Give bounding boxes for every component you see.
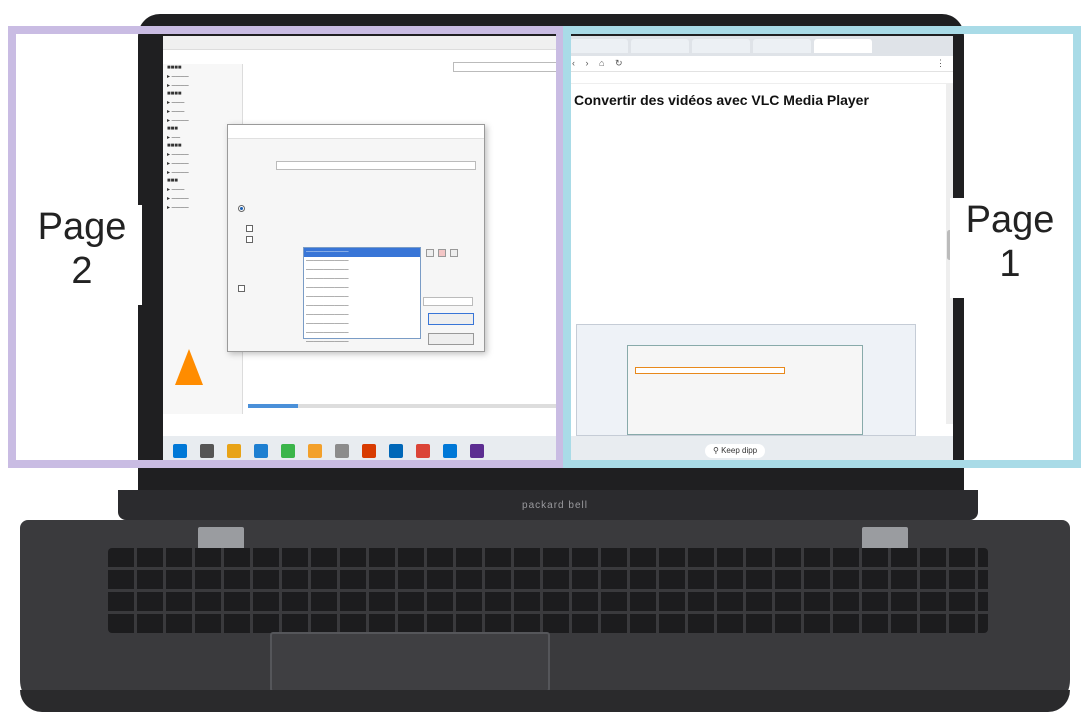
laptop-base-front — [20, 690, 1070, 712]
page-2-label-word: Page — [37, 206, 127, 248]
page-1-label-number: 1 — [999, 243, 1021, 285]
page-2-label-number: 2 — [71, 250, 93, 292]
page-1-label: Page 1 — [950, 198, 1070, 298]
page-1-label-word: Page — [965, 199, 1055, 241]
touchpad — [270, 632, 550, 692]
page-2-label: Page 2 — [22, 205, 142, 305]
stage: packard bell ■■■■ ▸ ──── ▸ ──── ■■■■ ▸ ─… — [0, 0, 1081, 715]
laptop-brand-logo: packard bell — [522, 500, 588, 511]
keyboard — [108, 548, 988, 633]
